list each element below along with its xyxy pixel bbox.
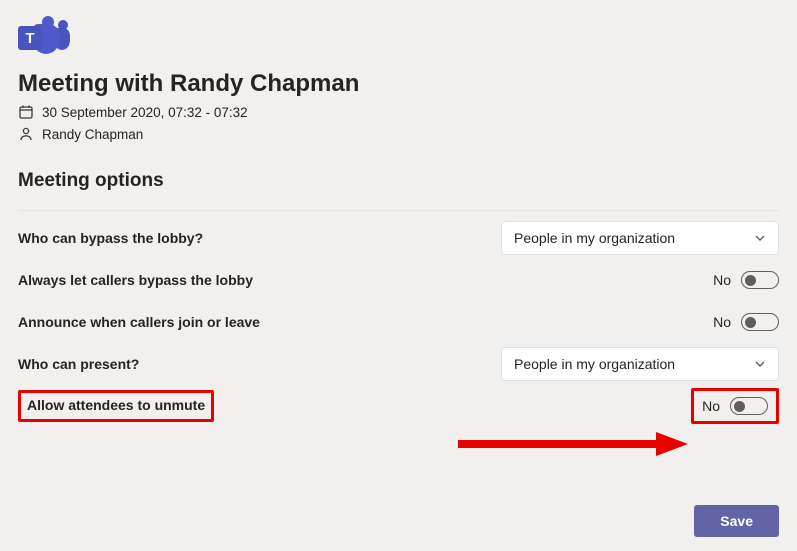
calendar-icon [18, 104, 34, 120]
teams-logo-letter: T [25, 30, 34, 47]
callers-bypass-toggle[interactable] [741, 271, 779, 289]
meeting-datetime: 30 September 2020, 07:32 - 07:32 [42, 105, 248, 120]
presenters-select[interactable]: People in my organization [501, 347, 779, 381]
chevron-down-icon [754, 358, 766, 370]
option-row-presenters: Who can present? People in my organizati… [18, 343, 779, 385]
presenters-value: People in my organization [514, 356, 675, 372]
meeting-datetime-row: 30 September 2020, 07:32 - 07:32 [18, 104, 779, 120]
bypass-lobby-value: People in my organization [514, 230, 675, 246]
option-row-bypass-lobby: Who can bypass the lobby? People in my o… [18, 217, 779, 259]
section-title: Meeting options [18, 170, 779, 192]
option-label-announce: Announce when callers join or leave [18, 314, 260, 330]
divider [18, 210, 779, 211]
option-label-presenters: Who can present? [18, 356, 139, 372]
bypass-lobby-select[interactable]: People in my organization [501, 221, 779, 255]
option-label-bypass-lobby: Who can bypass the lobby? [18, 230, 203, 246]
announce-state: No [713, 314, 731, 330]
unmute-toggle[interactable] [730, 397, 768, 415]
option-row-unmute: Allow attendees to unmute No [18, 385, 779, 427]
page-title: Meeting with Randy Chapman [18, 70, 779, 98]
option-label-callers-bypass: Always let callers bypass the lobby [18, 272, 253, 288]
person-icon [18, 126, 34, 142]
announce-toggle[interactable] [741, 313, 779, 331]
save-button[interactable]: Save [694, 505, 779, 537]
annotation-arrow-icon [458, 432, 688, 456]
option-label-unmute: Allow attendees to unmute [27, 397, 205, 413]
callers-bypass-state: No [713, 272, 731, 288]
chevron-down-icon [754, 232, 766, 244]
meeting-organizer: Randy Chapman [42, 127, 143, 142]
teams-logo-icon: T [18, 18, 70, 62]
unmute-state: No [702, 398, 720, 414]
meeting-organizer-row: Randy Chapman [18, 126, 779, 142]
option-row-callers-bypass: Always let callers bypass the lobby No [18, 259, 779, 301]
option-row-announce: Announce when callers join or leave No [18, 301, 779, 343]
